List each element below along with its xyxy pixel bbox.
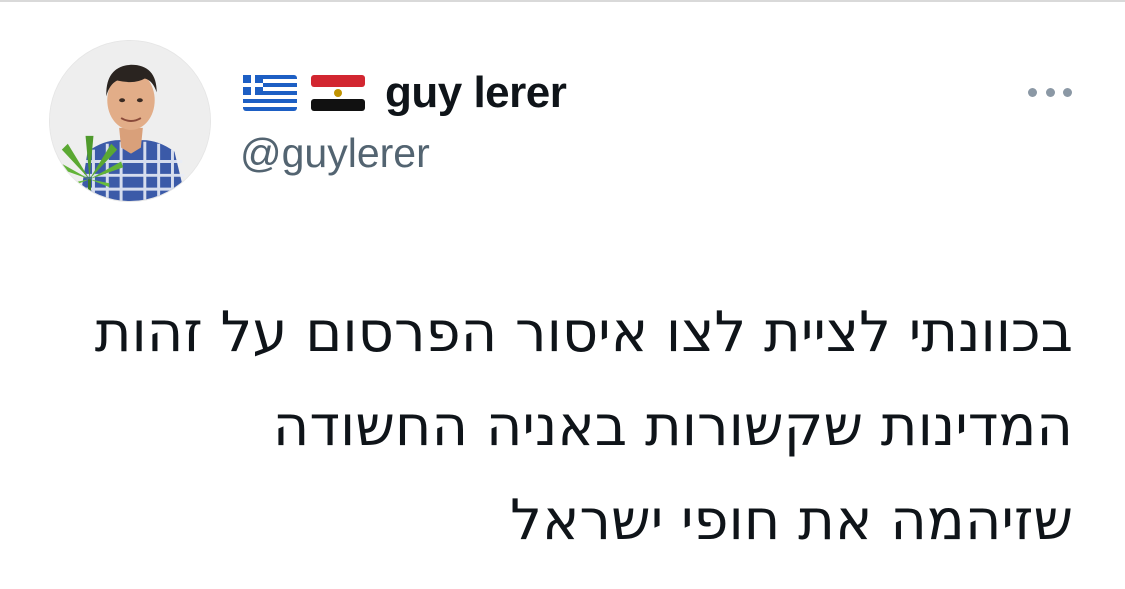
avatar[interactable]: [49, 40, 211, 202]
egypt-flag-icon: [311, 75, 365, 111]
greece-flag-icon: [243, 75, 297, 111]
tweet-card: guy lerer @guylerer בכוונתי לציית לצו אי…: [0, 0, 1125, 589]
tweet-text-line: שזיהמה את חופי ישראל: [510, 488, 1073, 553]
author-display-name[interactable]: guy lerer: [385, 68, 567, 118]
more-horizontal-icon-dot: [1063, 87, 1072, 97]
more-options-button[interactable]: [1028, 82, 1072, 102]
author-handle[interactable]: @guylerer: [240, 130, 430, 177]
tweet-text-line: המדינות שקשורות באניה החשודה: [272, 394, 1073, 459]
avatar-image: [50, 41, 210, 201]
tweet-text: בכוונתי לציית לצו איסור הפרסום על זהות ה…: [43, 286, 1073, 568]
more-horizontal-icon-dot: [1045, 87, 1055, 97]
more-horizontal-icon: [1028, 87, 1037, 97]
author-name-row[interactable]: guy lerer: [243, 68, 567, 118]
tweet-text-line: בכוונתי לציית לצו איסור הפרסום על זהות: [94, 300, 1073, 365]
